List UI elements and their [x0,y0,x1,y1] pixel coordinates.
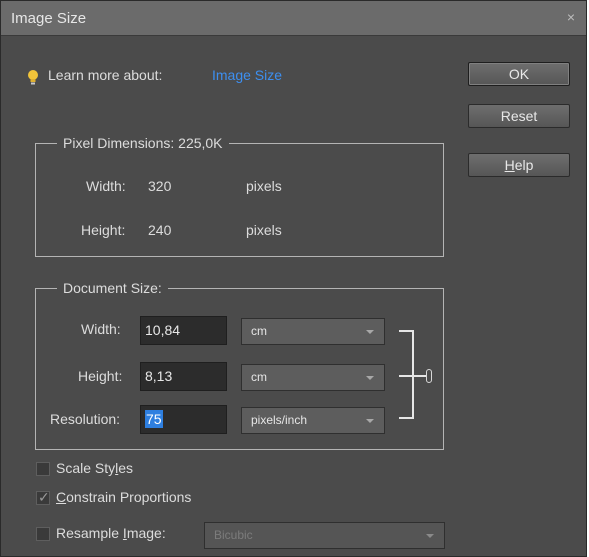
doc-height-input[interactable]: 8,13 [140,362,227,391]
pixel-width-value: 320 [148,178,172,194]
title-bar[interactable]: Image Size × [1,1,586,36]
learn-more-label: Learn more about: [48,67,163,83]
pixel-height-value: 240 [148,222,172,238]
document-size-legend: Document Size: [57,280,168,296]
pixel-dimensions-group [35,143,444,257]
resample-image-label: Resample Image: [56,525,166,541]
check-icon: ✓ [38,489,50,505]
resample-method-value: Bicubic [214,528,253,542]
doc-width-input[interactable]: 10,84 [140,316,227,345]
reset-button[interactable]: Reset [468,104,570,128]
close-icon[interactable]: × [567,9,575,25]
constrain-bracket-middle [399,375,426,377]
scale-styles-checkbox[interactable] [36,462,50,476]
constrain-bracket-top [399,330,413,332]
resample-method-dropdown[interactable]: Bicubic [204,522,445,549]
chain-link-icon [426,369,432,383]
scale-styles-label: Scale Styles [56,460,134,476]
doc-width-label: Width: [81,321,121,337]
help-mnemonic: H [504,157,515,173]
doc-height-unit-value: cm [251,370,267,384]
pixel-dimensions-legend: Pixel Dimensions: 225,0K [57,135,229,151]
pixel-width-unit: pixels [246,178,282,194]
pixel-height-label: Height: [81,222,126,238]
image-size-help-link[interactable]: Image Size [212,67,282,83]
constrain-proportions-label: Constrain Proportions [56,489,192,505]
help-button[interactable]: Help [468,153,570,177]
image-size-dialog: Image Size × Learn more about: Image Siz… [0,0,587,557]
doc-width-unit-dropdown[interactable]: cm [241,318,385,345]
dialog-title: Image Size [11,10,87,27]
ok-button[interactable]: OK [468,62,570,86]
chevron-down-icon [366,330,374,334]
constrain-proportions-checkbox[interactable]: ✓ [36,489,50,505]
chevron-down-icon [426,534,434,538]
lightbulb-icon [28,70,38,85]
resolution-input[interactable]: 75 [140,405,227,434]
help-label: elp [514,157,534,173]
doc-height-unit-dropdown[interactable]: cm [241,364,385,391]
constrain-bracket-bottom [399,417,413,419]
pixel-width-label: Width: [86,178,126,194]
pixel-height-unit: pixels [246,222,282,238]
resolution-value: 75 [145,410,163,428]
resolution-label: Resolution: [50,411,121,427]
chevron-down-icon [366,419,374,423]
resolution-unit-dropdown[interactable]: pixels/inch [241,407,385,434]
chevron-down-icon [366,376,374,380]
doc-height-label: Height: [78,368,123,384]
resample-image-checkbox[interactable] [36,527,50,541]
doc-width-unit-value: cm [251,324,267,338]
resolution-unit-value: pixels/inch [251,413,308,427]
